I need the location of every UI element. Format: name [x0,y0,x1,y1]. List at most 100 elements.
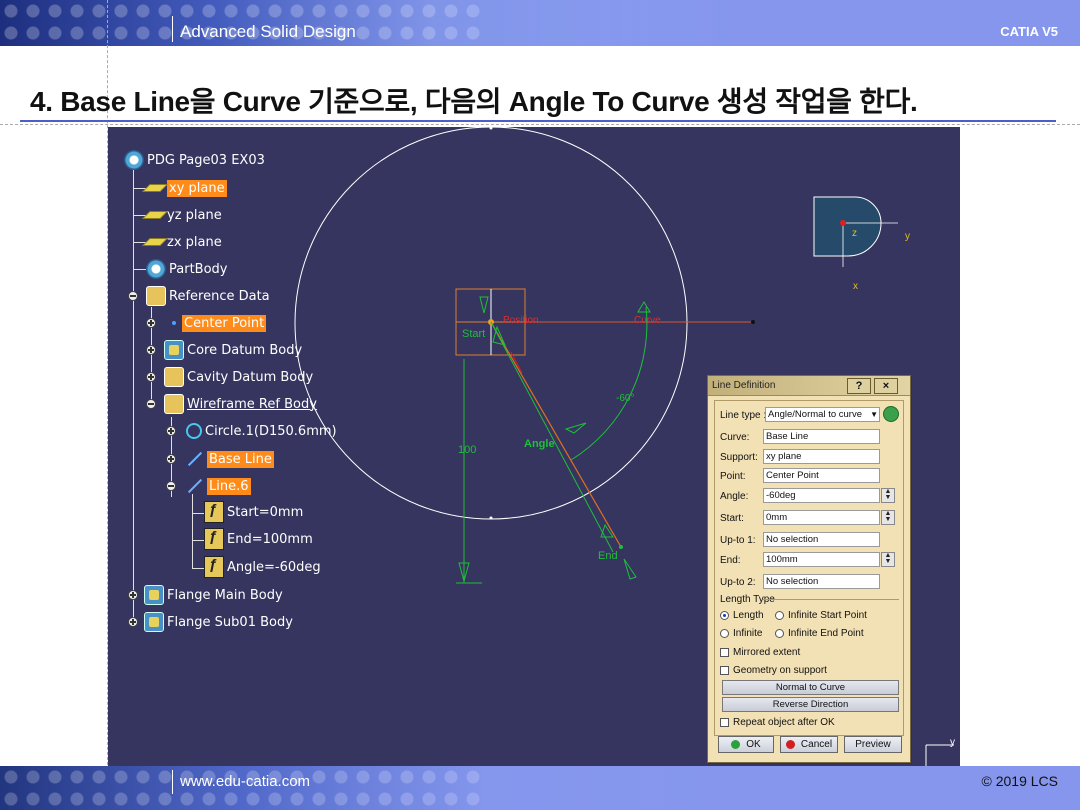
dialog-content: Line type : Angle/Normal to curve ▼ Curv… [714,400,904,736]
svg-text:x: x [853,281,858,292]
end-stepper[interactable]: ▲ ▼ [881,552,895,567]
support-field[interactable]: xy plane [763,449,880,464]
checkbox-icon [720,665,729,675]
upto1-label: Up-to 1: [720,534,756,546]
upto1-field[interactable]: No selection [763,532,880,547]
end-label: End [598,550,618,562]
tree-item-end-param[interactable]: End=100mm [204,528,313,550]
repeat-object-checkbox[interactable]: Repeat object after OK [720,714,835,730]
reverse-direction-button[interactable]: Reverse Direction [722,697,899,712]
axis-y-label: y [950,737,955,748]
upto2-label: Up-to 2: [720,576,756,588]
line-icon [187,451,203,467]
ok-button[interactable]: OK [718,736,774,753]
checkbox-icon [720,717,729,727]
tree-item-center-point[interactable]: Center Point [166,313,267,333]
footer-copyright: © 2019 LCS [981,773,1058,789]
geometry-on-support-checkbox[interactable]: Geometry on support [720,662,827,678]
tree-item-xy-plane[interactable]: xy plane [142,178,227,198]
tree-item-flange-main-body[interactable]: Flange Main Body [144,585,283,605]
line-type-label: Line type : [720,409,767,421]
tree-item-wireframe-ref-body[interactable]: Wireframe Ref Body [164,394,317,414]
tree-item-base-line[interactable]: Base Line [186,449,274,469]
radio-infinite-start[interactable]: Infinite Start Point [775,607,867,623]
compass-icon[interactable]: z y x [813,196,910,292]
tree-item-cavity-datum-body[interactable]: Cavity Datum Body [164,367,313,387]
radio-length[interactable]: Length [720,607,764,623]
expand-icon[interactable] [128,617,138,627]
body-gear-icon [146,259,166,279]
tree-item-reference-data[interactable]: Reference Data [146,286,270,306]
plane-icon [142,184,168,192]
cancel-button[interactable]: Cancel [780,736,838,753]
close-button[interactable]: × [874,378,898,394]
tree-item-yz-plane[interactable]: yz plane [142,205,222,225]
end-label: End: [720,554,741,566]
point-label: Point: [720,470,746,482]
tree-item-angle-param[interactable]: Angle=-60deg [204,556,321,578]
start-label: Start: [720,512,744,524]
checkbox-icon [720,647,729,657]
position-label: Position [503,315,539,326]
geometrical-set-icon [146,286,166,306]
curve-field[interactable]: Base Line [763,429,880,444]
tree-item-circle1[interactable]: Circle.1(D150.6mm) [186,421,337,441]
help-button[interactable]: ? [847,378,871,394]
line-type-options-icon[interactable] [883,406,899,422]
start-label: Start [462,328,485,340]
radio-selected-icon [720,610,729,620]
svg-text:y: y [905,231,910,242]
point-field[interactable]: Center Point [763,468,880,483]
tree-item-flange-sub01-body[interactable]: Flange Sub01 Body [144,612,293,632]
expand-icon[interactable] [166,454,176,464]
radio-infinite-end[interactable]: Infinite End Point [775,625,864,641]
svg-text:z: z [852,228,857,239]
line-definition-dialog[interactable]: Line Definition ? × Line type : Angle/No… [707,375,911,763]
expand-icon[interactable] [128,590,138,600]
angle-label: Angle: [720,490,749,502]
body-icon [144,585,164,605]
part-gear-icon [124,150,144,170]
header-title: Advanced Solid Design [180,22,356,41]
circle-icon [186,423,202,439]
expand-icon[interactable] [146,372,156,382]
tree-root[interactable]: PDG Page03 EX03 [124,150,265,170]
geometrical-set-icon [164,367,184,387]
line6-geometry[interactable] [490,321,622,548]
chevron-down-icon: ▼ [870,410,878,419]
support-label: Support: [720,451,758,463]
collapse-icon[interactable] [166,481,176,491]
expand-icon[interactable] [146,318,156,328]
tree-item-start-param[interactable]: Start=0mm [204,501,303,523]
end-field[interactable]: 100mm [763,552,880,567]
upto2-field[interactable]: No selection [763,574,880,589]
line-type-select[interactable]: Angle/Normal to curve ▼ [765,407,880,422]
body-icon [144,612,164,632]
header-bar: Advanced Solid Design CATIA V5 [0,0,1080,46]
preview-button[interactable]: Preview [844,736,902,753]
heading-underline [20,120,1056,122]
tree-item-partbody[interactable]: PartBody [146,259,227,279]
mirrored-extent-checkbox[interactable]: Mirrored extent [720,644,800,660]
expand-icon[interactable] [166,426,176,436]
body-icon [164,340,184,360]
angle-arc[interactable] [570,306,648,461]
parameter-icon [204,528,224,550]
tree-item-zx-plane[interactable]: zx plane [142,232,222,252]
radio-infinite[interactable]: Infinite [720,625,762,641]
angle-stepper[interactable]: ▲ ▼ [881,488,895,503]
expand-icon[interactable] [146,345,156,355]
angle-field[interactable]: -60deg [763,488,880,503]
collapse-icon[interactable] [146,399,156,409]
tree-item-core-datum-body[interactable]: Core Datum Body [164,340,302,360]
normal-to-curve-button[interactable]: Normal to Curve [722,680,899,695]
start-field[interactable]: 0mm [763,510,880,525]
tree-item-line6[interactable]: Line.6 [186,476,251,496]
start-stepper[interactable]: ▲ ▼ [881,510,895,525]
dialog-title: Line Definition [712,380,776,391]
geometrical-set-icon [164,394,184,414]
footer-url: www.edu-catia.com [180,773,311,790]
radio-icon [720,628,729,638]
ok-icon [731,740,741,749]
collapse-icon[interactable] [128,291,138,301]
